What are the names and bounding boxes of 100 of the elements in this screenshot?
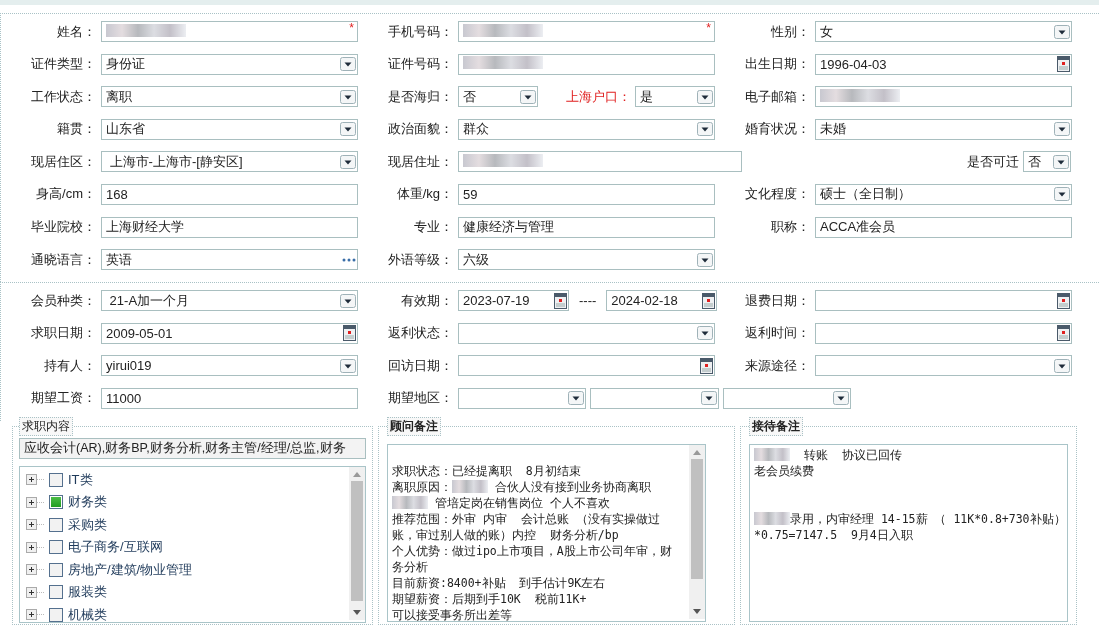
dropdown[interactable]: 身份证: [101, 53, 358, 75]
tree-item[interactable]: 机械类: [68, 605, 107, 622]
calendar-icon[interactable]: [554, 292, 567, 309]
field-label: 姓名：: [56, 22, 97, 41]
expand-icon[interactable]: [26, 564, 44, 576]
tree-item[interactable]: 服装类: [68, 583, 107, 602]
tree-item[interactable]: 采购类: [68, 515, 107, 534]
notes-textarea[interactable]: 求职状态：已经提离职 8月初结束 离职原因： 合伙人没有接到业务协商离职 管培定岗在销售岗位 个人不喜欢 推荐范围：外审 内审 会计总账 （没有实操做过 账，审过别人做的账）内控 财务分析/bp 个人优势：做过ipo上市项目，A股上市公司年审，财 务分析 目前薪资:8400+补贴 到手估计9K左右 期望薪资：后期到手10K 税前11K+ 可以接受事务所出差等: [387, 443, 706, 622]
field-label: 外语等级：: [387, 250, 454, 269]
input-field[interactable]: [458, 151, 742, 173]
input-field[interactable]: *: [458, 21, 715, 42]
field-label: 手机号码：: [387, 22, 454, 41]
field-label: 现居住址：: [387, 152, 454, 171]
tree-item[interactable]: 财务类: [68, 493, 107, 512]
panel-title: 顾问备注: [387, 417, 441, 436]
dropdown[interactable]: 硕士（全日制）: [815, 183, 1072, 205]
note-text: 求职状态：已经提离职 8月初结束: [392, 462, 581, 479]
scroll-down-icon[interactable]: [353, 609, 361, 616]
field-label: 证件类型：: [30, 55, 97, 74]
field-label: 性别：: [770, 22, 811, 41]
date-field[interactable]: [458, 355, 715, 377]
field-label: 政治面貌：: [387, 120, 454, 139]
calendar-icon[interactable]: [1057, 325, 1070, 342]
checkbox[interactable]: [49, 495, 63, 510]
calendar-icon[interactable]: [702, 292, 716, 309]
dropdown[interactable]: yirui019: [101, 355, 358, 377]
dropdown[interactable]: 21-A加一个月: [101, 290, 358, 312]
calendar-icon[interactable]: [1057, 56, 1070, 73]
date-field[interactable]: 2024-02-18: [606, 290, 718, 312]
field-label: 是否可迁: [966, 152, 1019, 171]
note-text: 管培定岗在销售岗位 个人不喜欢: [433, 494, 610, 511]
checkbox[interactable]: [49, 472, 63, 487]
expand-icon[interactable]: [26, 519, 44, 531]
field-label: 电子邮箱：: [744, 87, 811, 106]
field-label: 退费日期：: [744, 291, 811, 310]
scroll-down-icon[interactable]: [693, 608, 701, 615]
note-text: 推荐范围：外审 内审 会计总账 （没有实操做过: [392, 510, 660, 527]
note-text: 老会员续费: [754, 462, 814, 479]
field-label: 期望地区：: [387, 389, 454, 408]
expand-icon[interactable]: [26, 586, 44, 598]
scrollbar[interactable]: [689, 444, 705, 619]
panel-title: 求职内容: [19, 417, 73, 436]
input-field[interactable]: 168: [101, 183, 358, 205]
dropdown[interactable]: 离职: [101, 86, 358, 108]
panel-title: 接待备注: [749, 417, 803, 436]
input-field[interactable]: 11000: [101, 387, 358, 409]
input-field[interactable]: 上海财经大学: [101, 216, 358, 238]
expand-icon[interactable]: [26, 474, 44, 486]
checkbox[interactable]: [49, 517, 63, 532]
dropdown[interactable]: 上海市-上海市-[静安区]: [101, 151, 358, 173]
checkbox[interactable]: [49, 540, 63, 555]
notes-textarea[interactable]: 转账 协议已回传 老会员续费 录用，内审经理 14-15薪 （ 11K*0.8+730补贴） *0.75=7147.5 9月4日入职: [749, 443, 1068, 622]
calendar-icon[interactable]: [343, 325, 356, 342]
checkbox[interactable]: [49, 585, 63, 600]
input-field[interactable]: 健康经济与管理: [458, 216, 715, 238]
dropdown[interactable]: 是: [635, 86, 715, 108]
calendar-icon[interactable]: [700, 357, 713, 374]
tree-item[interactable]: 电子商务/互联网: [68, 538, 163, 557]
tree-item[interactable]: 房地产/建筑/物业管理: [68, 560, 193, 579]
scrollbar[interactable]: [349, 466, 365, 620]
date-field[interactable]: 2023-07-19: [458, 290, 569, 312]
input-field[interactable]: *: [101, 21, 358, 42]
dropdown[interactable]: 女: [815, 21, 1072, 42]
tree-item[interactable]: IT类: [68, 470, 93, 489]
note-text: 离职原因：: [392, 478, 452, 495]
field-label: 现居住区：: [30, 152, 97, 171]
expand-icon[interactable]: [26, 609, 44, 621]
checkbox[interactable]: [49, 562, 63, 577]
lookup-field[interactable]: 英语: [101, 249, 358, 271]
input-field[interactable]: [815, 86, 1072, 108]
input-field[interactable]: [458, 53, 715, 75]
date-field[interactable]: 1996-04-03: [815, 53, 1072, 75]
input-field[interactable]: ACCA准会员: [815, 216, 1072, 238]
range-dash: ----: [578, 293, 598, 309]
field-label: 回访日期：: [387, 356, 454, 375]
more-icon[interactable]: [342, 257, 356, 262]
dropdown[interactable]: 六级: [458, 249, 715, 271]
field-label: 毕业院校：: [30, 218, 97, 237]
dropdown[interactable]: 否: [458, 86, 538, 108]
expand-icon[interactable]: [26, 541, 44, 553]
field-label: 身高/cm：: [35, 185, 97, 204]
dropdown[interactable]: 群众: [458, 118, 715, 140]
field-label: 期望工资：: [30, 389, 97, 408]
calendar-icon[interactable]: [1057, 292, 1070, 309]
dropdown[interactable]: 否: [1023, 151, 1071, 173]
dropdown[interactable]: 未婚: [815, 118, 1072, 140]
field-label: 籍贯：: [56, 120, 97, 139]
date-field[interactable]: [815, 290, 1072, 312]
field-label: 体重/kg：: [395, 185, 454, 204]
checkbox[interactable]: [49, 607, 63, 622]
input-field[interactable]: 59: [458, 183, 715, 205]
field-label: 返利状态：: [387, 324, 454, 343]
expand-icon[interactable]: [26, 496, 44, 508]
dropdown[interactable]: 山东省: [101, 118, 358, 140]
date-field[interactable]: 2009-05-01: [101, 322, 358, 344]
field-label: 持有人：: [43, 356, 97, 375]
date-field[interactable]: [815, 322, 1072, 344]
selected-jobs-field[interactable]: 应收会计(AR),财务BP,财务分析,财务主管/经理/总监,财务: [19, 437, 366, 459]
field-label: 上海户口：: [565, 87, 631, 106]
field-label: 通晓语言：: [30, 250, 97, 269]
